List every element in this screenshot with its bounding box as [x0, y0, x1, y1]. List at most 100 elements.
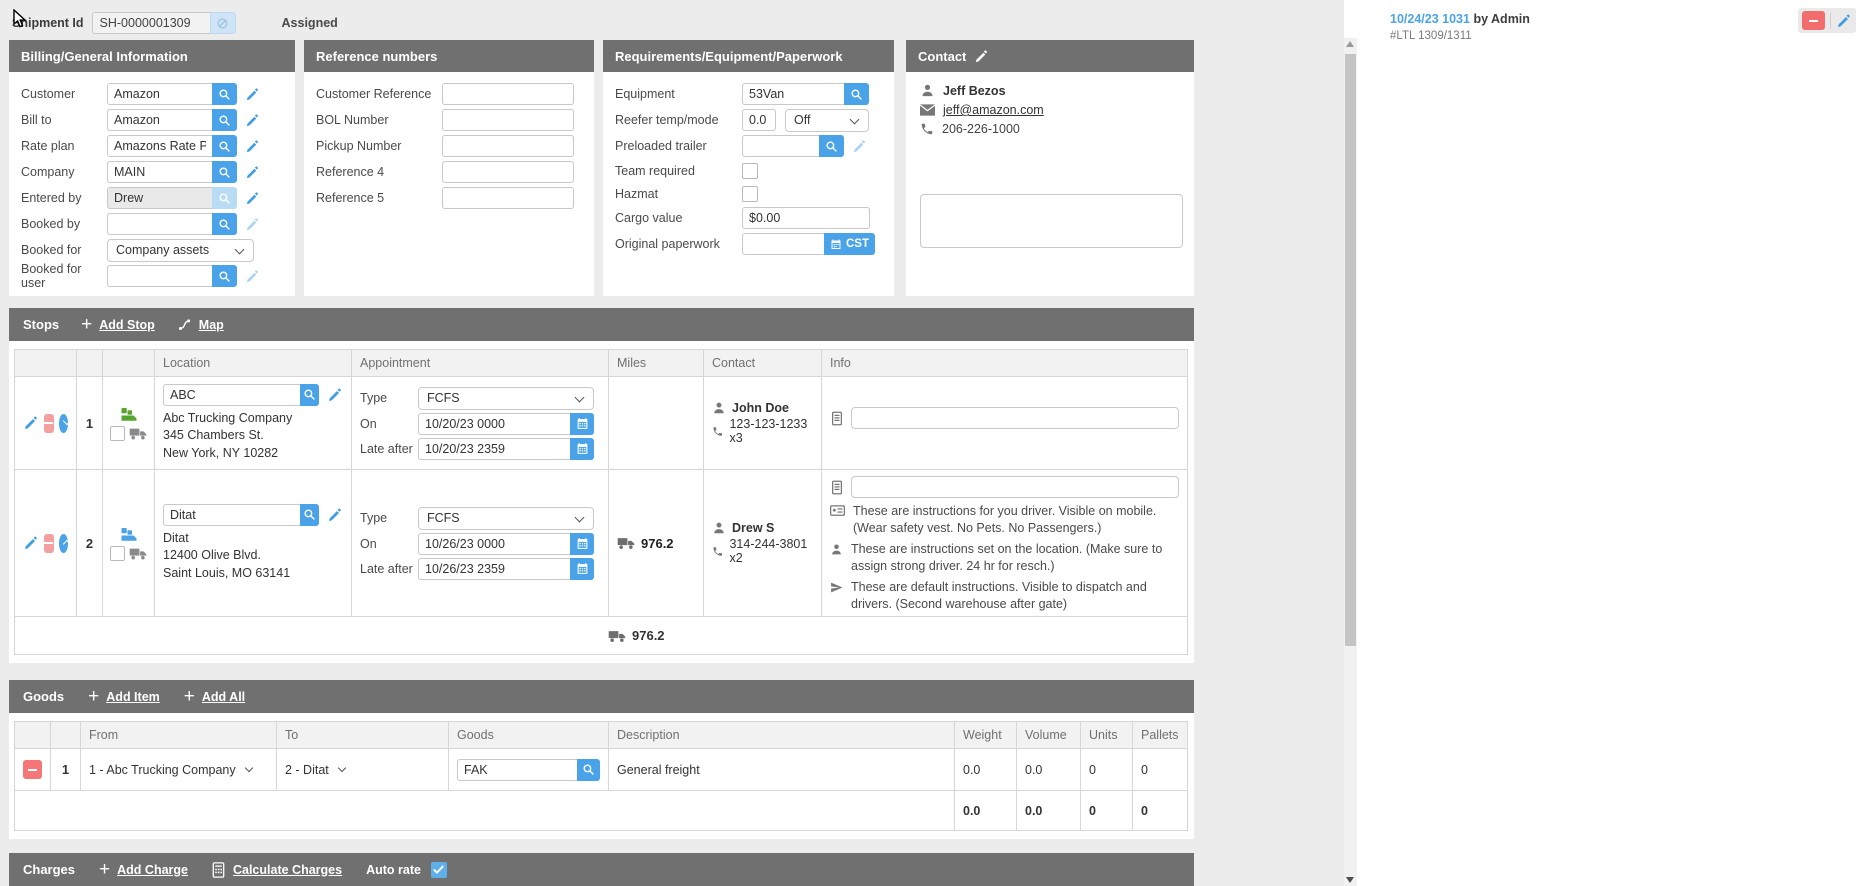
stop-location-search-button[interactable] — [300, 504, 319, 526]
stop-location-search-button[interactable] — [300, 384, 319, 406]
contact-email-line: jeff@amazon.com — [920, 103, 1184, 117]
contact-edit-icon[interactable] — [974, 49, 989, 64]
goods-pallets: 0 — [1133, 749, 1188, 791]
stop-checkbox[interactable] — [110, 546, 125, 561]
billto-input[interactable] — [107, 109, 212, 131]
regenerate-id-button[interactable] — [210, 12, 236, 34]
calendar-button[interactable] — [570, 438, 594, 460]
appointment-type-select[interactable]: FCFS — [418, 387, 594, 410]
contact-phone: 206-226-1000 — [942, 122, 1020, 136]
calendar-button[interactable] — [570, 533, 594, 555]
note-edit-icon[interactable] — [1836, 13, 1852, 29]
add-all-button[interactable]: +Add All — [184, 687, 245, 706]
ref5-input[interactable] — [442, 187, 574, 209]
add-item-button[interactable]: +Add Item — [88, 687, 160, 706]
stop-checkbox[interactable] — [110, 426, 125, 441]
shipment-id-input[interactable] — [92, 12, 210, 34]
stop-move-down-button[interactable] — [59, 414, 69, 433]
rateplan-edit-icon[interactable] — [245, 139, 260, 154]
bookedfor-value: Company assets — [116, 243, 209, 257]
calculate-charges-button[interactable]: Calculate Charges — [212, 862, 342, 878]
paperwork-date-button[interactable]: CST — [824, 233, 875, 255]
customer-input[interactable] — [107, 83, 212, 105]
rateplan-input[interactable] — [107, 135, 212, 157]
stop-edit-icon[interactable] — [23, 535, 39, 551]
stop-remove-button[interactable] — [44, 534, 54, 553]
equipment-search-button[interactable] — [844, 83, 869, 105]
customer-edit-icon[interactable] — [245, 87, 260, 102]
contact-comment-box[interactable] — [920, 194, 1183, 248]
search-icon — [303, 388, 316, 401]
auto-rate-checkbox[interactable] — [431, 862, 447, 878]
company-row: Company — [21, 161, 285, 183]
col-units: Units — [1081, 722, 1133, 749]
goods-from-select[interactable]: 1 - Abc Trucking Company — [89, 763, 268, 777]
search-icon — [850, 88, 863, 101]
goods-search-button[interactable] — [577, 759, 600, 781]
add-stop-button[interactable]: +Add Stop — [81, 315, 155, 334]
ref4-input[interactable] — [442, 161, 574, 183]
bookedforuser-search-button[interactable] — [212, 265, 237, 287]
bol-input[interactable] — [442, 109, 574, 131]
preloaded-search-button[interactable] — [819, 135, 844, 157]
custref-input[interactable] — [442, 83, 574, 105]
appointment-on-input[interactable] — [418, 533, 570, 555]
bookedby-search-button[interactable] — [212, 213, 237, 235]
enteredby-edit-icon[interactable] — [245, 191, 260, 206]
hazmat-checkbox[interactable] — [742, 186, 758, 202]
paperwork-input[interactable] — [742, 233, 824, 255]
preloaded-input[interactable] — [742, 135, 819, 157]
bookedby-input[interactable] — [107, 213, 212, 235]
appointment-late-input[interactable] — [418, 558, 570, 580]
billto-search-button[interactable] — [212, 109, 237, 131]
note-date-link[interactable]: 10/24/23 1031 — [1390, 12, 1470, 26]
company-edit-icon[interactable] — [245, 165, 260, 180]
cargo-value-input[interactable] — [742, 207, 870, 229]
add-charge-button[interactable]: +Add Charge — [99, 860, 188, 879]
equipment-row: Equipment — [615, 83, 884, 105]
pickup-input[interactable] — [442, 135, 574, 157]
note-remove-button[interactable] — [1802, 11, 1825, 30]
stop-location-input[interactable] — [163, 384, 300, 406]
goods-to-select[interactable]: 2 - Ditat — [285, 763, 440, 777]
goods-code-input[interactable] — [457, 759, 577, 781]
stop-note-input[interactable] — [851, 407, 1179, 429]
calendar-button[interactable] — [570, 413, 594, 435]
company-search-button[interactable] — [212, 161, 237, 183]
scroll-up-arrow-icon[interactable] — [1346, 41, 1354, 47]
billto-edit-icon[interactable] — [245, 113, 260, 128]
note-author: by Admin — [1473, 12, 1529, 26]
company-input[interactable] — [107, 161, 212, 183]
stop-move-up-button[interactable] — [59, 534, 69, 553]
stop-location-input[interactable] — [163, 504, 300, 526]
stop-remove-button[interactable] — [44, 414, 54, 433]
bookedforuser-input[interactable] — [107, 265, 212, 287]
calendar-icon — [576, 562, 589, 575]
calendar-button[interactable] — [570, 558, 594, 580]
map-button[interactable]: Map — [177, 318, 224, 332]
contact-email-link[interactable]: jeff@amazon.com — [943, 103, 1044, 117]
equipment-input[interactable] — [742, 83, 844, 105]
stop-edit-icon[interactable] — [23, 415, 39, 431]
appointment-on-input[interactable] — [418, 413, 570, 435]
stops-title: Stops — [23, 317, 59, 332]
appointment-late-input[interactable] — [418, 438, 570, 460]
reefer-mode-select[interactable]: Off — [785, 109, 869, 132]
total-units: 0 — [1081, 791, 1133, 831]
scrollbar-thumb[interactable] — [1345, 54, 1356, 646]
contact-name-line: Jeff Bezos — [920, 83, 1184, 98]
customer-search-button[interactable] — [212, 83, 237, 105]
bookedfor-select[interactable]: Company assets — [107, 239, 254, 262]
stop-location-edit-icon[interactable] — [327, 507, 343, 523]
stop-location-edit-icon[interactable] — [327, 387, 343, 403]
enteredby-label: Entered by — [21, 191, 107, 205]
team-required-checkbox[interactable] — [742, 163, 758, 179]
reefer-temp-input[interactable] — [742, 109, 776, 131]
customer-row: Customer — [21, 83, 285, 105]
appointment-type-select[interactable]: FCFS — [418, 507, 594, 530]
rateplan-search-button[interactable] — [212, 135, 237, 157]
stop-note-input[interactable] — [851, 476, 1179, 498]
scroll-down-arrow-icon[interactable] — [1346, 877, 1354, 883]
goods-remove-button[interactable] — [23, 760, 42, 779]
content-scrollbar[interactable] — [1344, 38, 1357, 886]
